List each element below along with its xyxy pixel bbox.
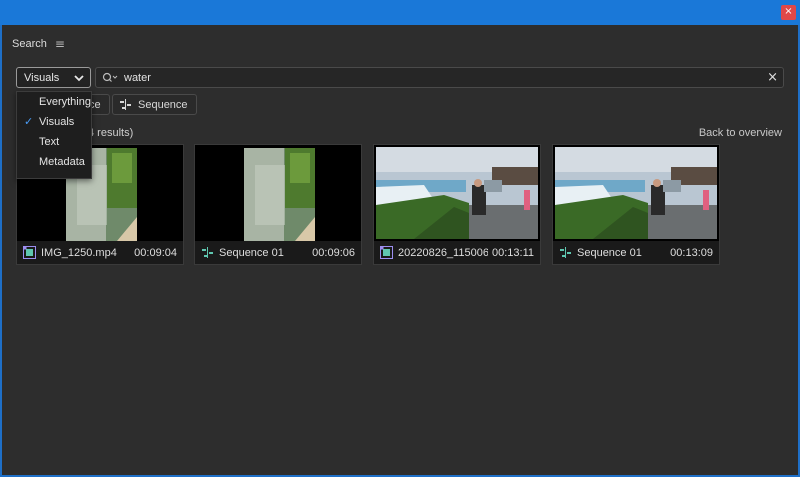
video-thumbnail	[374, 145, 540, 241]
sequence-icon	[560, 247, 571, 258]
search-panel: Search ≡ Visuals water × ce Sequence 4 r…	[2, 25, 798, 475]
filter-chip-sequence[interactable]: Sequence	[112, 94, 197, 115]
clip-duration: 00:09:06	[312, 246, 355, 259]
card-footer: Sequence 01 00:09:06	[195, 241, 361, 264]
clip-name: 20220826_115006...	[398, 246, 488, 259]
close-window-button[interactable]: ×	[781, 5, 796, 20]
result-card[interactable]: 20220826_115006... 00:13:11	[373, 144, 541, 265]
results-count: 4 results)	[88, 127, 134, 139]
card-footer: Sequence 01 00:13:09	[553, 241, 719, 264]
dropdown-option-text[interactable]: Text	[17, 132, 91, 152]
panel-title: Search	[12, 38, 47, 50]
search-type-value: Visuals	[24, 71, 60, 84]
panel-header: Search ≡	[12, 37, 65, 51]
video-thumbnail	[195, 145, 361, 241]
video-thumbnail	[553, 145, 719, 241]
panel-menu-icon[interactable]: ≡	[55, 37, 65, 51]
title-bar: ×	[0, 0, 800, 25]
clip-duration: 00:09:04	[134, 246, 177, 259]
clip-name: Sequence 01	[219, 246, 284, 259]
sequence-icon	[120, 99, 131, 110]
search-options-icon[interactable]	[102, 72, 118, 84]
dropdown-option-everything[interactable]: Everything	[17, 92, 91, 112]
clip-duration: 00:13:11	[491, 246, 534, 259]
clip-name: IMG_1250.mp4	[41, 246, 117, 259]
clip-icon	[23, 246, 36, 259]
search-query-text: water	[124, 71, 151, 84]
card-footer: IMG_1250.mp4 00:09:04	[17, 241, 183, 264]
dropdown-option-metadata[interactable]: Metadata	[17, 152, 91, 172]
result-card[interactable]: Sequence 01 00:13:09	[552, 144, 720, 265]
dropdown-option-visuals[interactable]: ✓ Visuals	[17, 112, 91, 132]
sequence-icon	[202, 247, 213, 258]
clip-duration: 00:13:09	[670, 246, 713, 259]
clear-search-icon[interactable]: ×	[767, 70, 778, 85]
result-card[interactable]: Sequence 01 00:09:06	[194, 144, 362, 265]
card-footer: 20220826_115006... 00:13:11	[374, 241, 540, 264]
chevron-down-icon	[74, 75, 84, 82]
clip-icon	[380, 246, 393, 259]
back-to-overview-link[interactable]: Back to overview	[699, 127, 782, 139]
search-type-select[interactable]: Visuals	[16, 67, 91, 88]
filter-chip-label: Sequence	[138, 98, 188, 111]
clip-name: Sequence 01	[577, 246, 642, 259]
search-type-dropdown: Everything ✓ Visuals Text Metadata	[16, 91, 92, 179]
checkmark-icon: ✓	[24, 115, 34, 128]
search-input[interactable]: water ×	[95, 67, 784, 88]
